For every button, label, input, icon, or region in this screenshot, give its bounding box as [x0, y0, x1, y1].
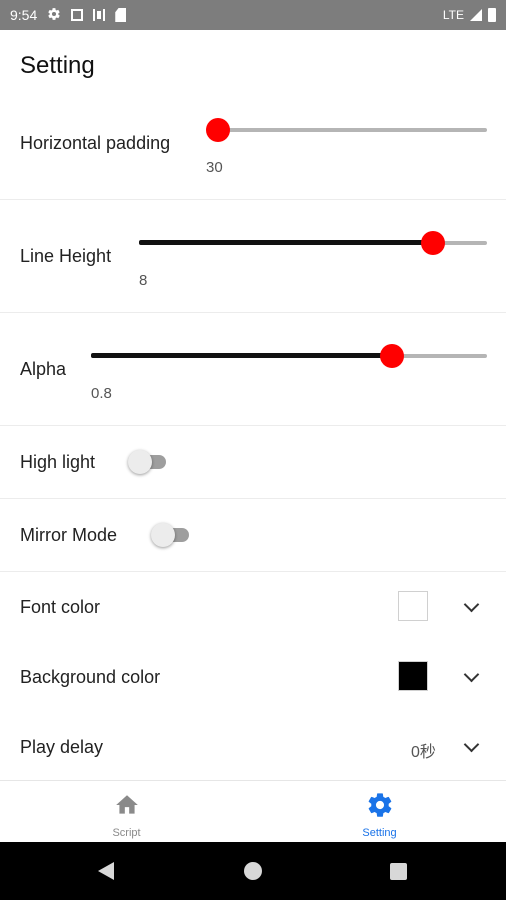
- home-icon: [114, 792, 140, 823]
- line-height-value: 8: [139, 272, 148, 289]
- battery-icon: [488, 8, 496, 22]
- background-color-row[interactable]: Background color: [0, 642, 506, 712]
- slider-track-filled: [91, 353, 392, 358]
- font-color-row[interactable]: Font color: [0, 572, 506, 642]
- background-color-swatch[interactable]: [398, 661, 428, 691]
- high-light-toggle[interactable]: [128, 450, 166, 474]
- alpha-slider[interactable]: [91, 344, 487, 368]
- chevron-down-icon[interactable]: [463, 596, 480, 613]
- tab-bar: Script Setting: [0, 780, 506, 842]
- sd-card-icon: [71, 9, 84, 21]
- recent-apps-icon[interactable]: [390, 863, 407, 880]
- play-delay-label: Play delay: [20, 737, 104, 757]
- gear-icon: [47, 7, 61, 24]
- alpha-row: Alpha 0.8: [0, 313, 506, 426]
- page-title: Setting: [20, 52, 95, 79]
- play-delay-row[interactable]: Play delay 0秒: [0, 712, 506, 780]
- status-icons: [47, 7, 127, 24]
- vibrate-icon: [93, 9, 106, 21]
- slider-track: [218, 128, 487, 132]
- slider-thumb[interactable]: [421, 231, 446, 255]
- horizontal-padding-slider[interactable]: [206, 118, 487, 142]
- mirror-mode-row: Mirror Mode: [0, 499, 506, 572]
- sim-card-icon: [115, 8, 127, 22]
- status-time: 9:54: [10, 7, 38, 23]
- slider-thumb[interactable]: [379, 344, 404, 368]
- mirror-mode-toggle[interactable]: [151, 523, 189, 547]
- horizontal-padding-label: Horizontal padding: [20, 133, 171, 153]
- chevron-down-icon[interactable]: [463, 666, 480, 683]
- alpha-value: 0.8: [91, 385, 112, 402]
- font-color-label: Font color: [20, 597, 101, 617]
- tab-script[interactable]: Script: [0, 781, 253, 843]
- high-light-row: High light: [0, 426, 506, 499]
- network-type: LTE: [442, 8, 464, 22]
- system-nav-bar: [0, 842, 506, 900]
- tab-setting[interactable]: Setting: [253, 781, 506, 843]
- high-light-label: High light: [20, 452, 96, 472]
- home-circle-icon[interactable]: [244, 862, 262, 880]
- slider-track-filled: [139, 240, 434, 245]
- tab-script-label: Script: [112, 827, 141, 839]
- tab-setting-label: Setting: [362, 827, 397, 839]
- gear-icon: [366, 791, 394, 824]
- status-bar: 9:54 LTE: [0, 0, 506, 30]
- mirror-mode-label: Mirror Mode: [20, 525, 118, 545]
- horizontal-padding-row: Horizontal padding 30: [0, 98, 506, 200]
- chevron-down-icon[interactable]: [463, 736, 480, 753]
- signal-icon: [470, 9, 482, 21]
- line-height-row: Line Height 8: [0, 200, 506, 313]
- background-color-label: Background color: [20, 667, 161, 687]
- alpha-label: Alpha: [20, 359, 67, 379]
- toggle-thumb: [128, 450, 152, 474]
- status-right: LTE: [443, 8, 496, 22]
- play-delay-value: 0秒: [411, 744, 436, 761]
- line-height-label: Line Height: [20, 246, 112, 266]
- back-icon[interactable]: [98, 862, 114, 880]
- line-height-slider[interactable]: [139, 231, 487, 255]
- horizontal-padding-value: 30: [206, 159, 223, 176]
- slider-thumb[interactable]: [206, 118, 230, 142]
- toggle-thumb: [151, 523, 175, 547]
- font-color-swatch[interactable]: [398, 591, 428, 621]
